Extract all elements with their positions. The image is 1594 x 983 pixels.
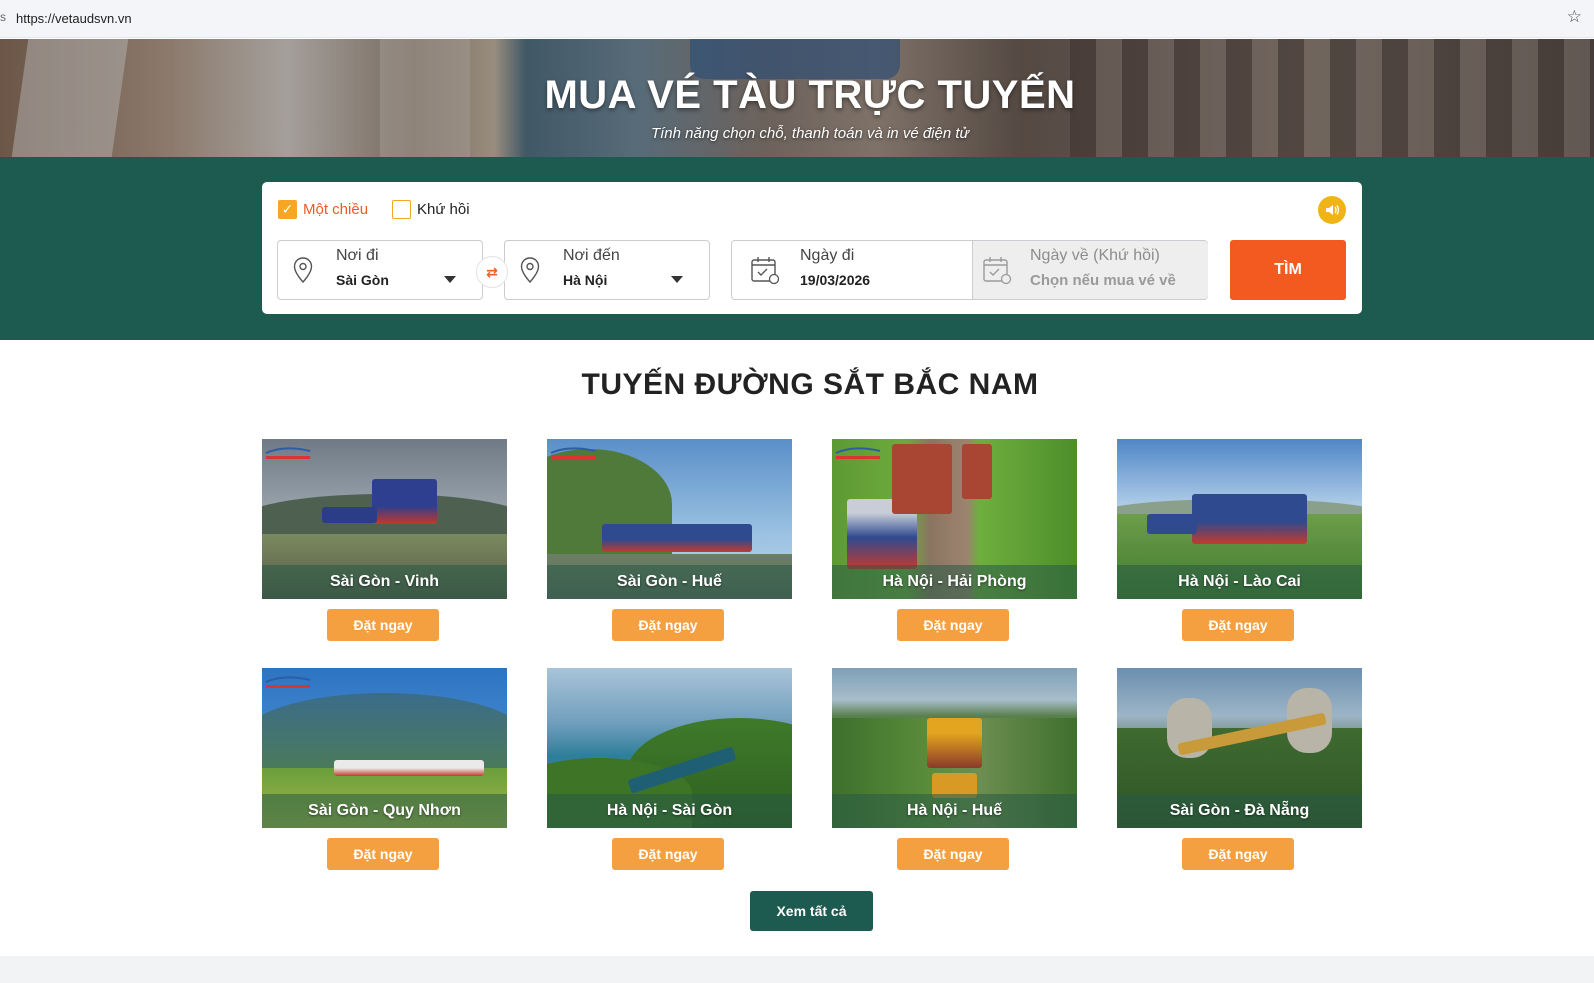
return-date-value[interactable]: Chọn nếu mua vé về — [1030, 272, 1176, 289]
browser-address-bar: s https://vetaudsvn.vn ☆ — [0, 0, 1594, 38]
round-trip-label[interactable]: Khứ hồi — [417, 201, 470, 218]
railway-logo — [550, 447, 596, 459]
route-card[interactable]: Hà Nội - Sài Gòn Đặt ngay — [547, 668, 792, 870]
speaker-icon[interactable] — [1318, 196, 1346, 224]
railway-logo — [265, 447, 311, 459]
footer-strip — [0, 956, 1594, 983]
book-now-button[interactable]: Đặt ngay — [1182, 609, 1294, 641]
railway-logo — [835, 447, 881, 459]
route-card[interactable]: Sài Gòn - Huế Đặt ngay — [547, 439, 792, 641]
hero-banner: MUA VÉ TÀU TRỰC TUYẾN Tính năng chọn chỗ… — [0, 39, 1594, 157]
checkbox-checked-icon[interactable]: ✓ — [278, 200, 297, 219]
book-now-button[interactable]: Đặt ngay — [897, 838, 1009, 870]
route-card[interactable]: Hà Nội - Hải Phòng Đặt ngay — [832, 439, 1077, 641]
location-pin-icon — [293, 257, 313, 283]
book-now-button[interactable]: Đặt ngay — [612, 838, 724, 870]
destination-select[interactable]: Nơi đến Hà Nội — [504, 240, 710, 300]
date-range-field[interactable]: Ngày đi 19/03/2026 Ngày về (Khứ hồi) Chọ… — [731, 240, 1208, 300]
book-now-button[interactable]: Đặt ngay — [897, 609, 1009, 641]
origin-select[interactable]: Nơi đi Sài Gòn — [277, 240, 483, 300]
hero-subtitle: Tính năng chọn chỗ, thanh toán và in vé … — [650, 125, 970, 142]
routes-title: TUYẾN ĐƯỜNG SẮT BẮC NAM — [581, 368, 1039, 401]
swap-stations-button[interactable]: ⇄ — [476, 256, 508, 288]
one-way-checkbox[interactable]: ✓ Một chiều — [278, 200, 368, 219]
railway-logo — [265, 676, 311, 688]
one-way-label[interactable]: Một chiều — [303, 201, 368, 218]
route-image[interactable]: Hà Nội - Hải Phòng — [832, 439, 1077, 599]
route-image[interactable]: Hà Nội - Sài Gòn — [547, 668, 792, 828]
route-image[interactable]: Hà Nội - Huế — [832, 668, 1077, 828]
book-now-button[interactable]: Đặt ngay — [327, 838, 439, 870]
route-name: Sài Gòn - Vinh — [262, 565, 507, 599]
route-card[interactable]: Sài Gòn - Vinh Đặt ngay — [262, 439, 507, 641]
destination-value[interactable]: Hà Nội — [563, 272, 607, 288]
calendar-icon — [983, 257, 1012, 285]
chevron-down-icon[interactable] — [444, 276, 456, 283]
hero-title: MUA VÉ TÀU TRỰC TUYẾN — [544, 73, 1076, 117]
site-info-icon[interactable]: s — [0, 10, 6, 24]
url-text[interactable]: https://vetaudsvn.vn — [16, 11, 132, 26]
route-card[interactable]: Hà Nội - Lào Cai Đặt ngay — [1117, 439, 1362, 641]
depart-date-value[interactable]: 19/03/2026 — [800, 272, 870, 288]
origin-label: Nơi đi — [336, 247, 379, 264]
route-card[interactable]: Sài Gòn - Quy Nhơn Đặt ngay — [262, 668, 507, 870]
bookmark-star-icon[interactable]: ☆ — [1567, 7, 1582, 27]
route-image[interactable]: Hà Nội - Lào Cai — [1117, 439, 1362, 599]
checkbox-unchecked-icon[interactable] — [392, 200, 411, 219]
route-image[interactable]: Sài Gòn - Vinh — [262, 439, 507, 599]
route-name: Sài Gòn - Huế — [547, 565, 792, 599]
route-name: Sài Gòn - Quy Nhơn — [262, 794, 507, 828]
depart-date-label: Ngày đi — [800, 247, 855, 264]
origin-value[interactable]: Sài Gòn — [336, 272, 389, 288]
return-date-label: Ngày về (Khứ hồi) — [1030, 247, 1160, 264]
search-band: ✓ Một chiều Khứ hồi Nơi đi Sài Gòn ⇄ Nơi… — [0, 157, 1594, 340]
route-name: Hà Nội - Lào Cai — [1117, 565, 1362, 599]
route-name: Hà Nội - Huế — [832, 794, 1077, 828]
route-name: Hà Nội - Hải Phòng — [832, 565, 1077, 599]
round-trip-checkbox[interactable]: Khứ hồi — [392, 200, 470, 219]
search-card: ✓ Một chiều Khứ hồi Nơi đi Sài Gòn ⇄ Nơi… — [262, 182, 1362, 314]
destination-label: Nơi đến — [563, 247, 620, 264]
route-name: Sài Gòn - Đà Nẵng — [1117, 794, 1362, 828]
search-button[interactable]: TÌM — [1230, 240, 1346, 300]
chevron-down-icon[interactable] — [671, 276, 683, 283]
calendar-icon — [751, 257, 780, 285]
book-now-button[interactable]: Đặt ngay — [327, 609, 439, 641]
route-image[interactable]: Sài Gòn - Huế — [547, 439, 792, 599]
view-all-button[interactable]: Xem tất cả — [750, 891, 873, 931]
route-name: Hà Nội - Sài Gòn — [547, 794, 792, 828]
route-image[interactable]: Sài Gòn - Quy Nhơn — [262, 668, 507, 828]
route-card[interactable]: Hà Nội - Huế Đặt ngay — [832, 668, 1077, 870]
book-now-button[interactable]: Đặt ngay — [1182, 838, 1294, 870]
route-image[interactable]: Sài Gòn - Đà Nẵng — [1117, 668, 1362, 828]
location-pin-icon — [520, 257, 540, 283]
route-card[interactable]: Sài Gòn - Đà Nẵng Đặt ngay — [1117, 668, 1362, 870]
book-now-button[interactable]: Đặt ngay — [612, 609, 724, 641]
